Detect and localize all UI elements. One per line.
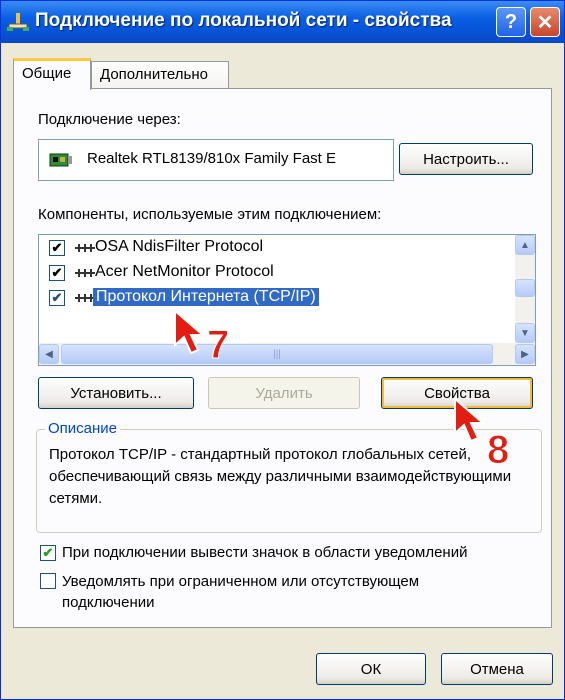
cancel-button[interactable]: Отмена <box>441 653 553 685</box>
properties-dialog: Подключение по локальной сети - свойства… <box>0 0 565 700</box>
description-text: Протокол TCP/IP - стандартный протокол г… <box>49 446 512 507</box>
list-item-label: Acer NetMonitor Protocol <box>95 263 274 280</box>
chevron-right-icon: ▶ <box>521 348 529 360</box>
grip-icon: ||| <box>273 348 281 360</box>
list-item-label-selected: Протокол Интернета (TCP/IP) <box>93 288 319 306</box>
network-connection-icon <box>7 13 29 31</box>
pointer-arrow-icon <box>174 309 206 355</box>
protocol-icon <box>75 269 95 277</box>
install-button[interactable]: Установить... <box>38 377 194 409</box>
configure-button[interactable]: Настроить... <box>399 143 533 175</box>
notify-limited-checkbox[interactable] <box>40 573 56 589</box>
show-icon-label: При подключении вывести значок в области… <box>62 544 468 561</box>
window-title: Подключение по локальной сети - свойства <box>35 10 452 31</box>
horizontal-scrollbar[interactable]: ◀ ||| ▶ <box>39 343 535 365</box>
description-title: Описание <box>45 420 121 437</box>
notify-limited-label: Уведомлять при ограниченном или отсутств… <box>62 573 420 611</box>
show-icon-checkbox[interactable]: ✔ <box>40 545 56 561</box>
description-group: Описание Протокол TCP/IP - стандартный п… <box>36 420 542 533</box>
checkbox-tcp-ip[interactable]: ✔ <box>49 290 65 306</box>
close-icon: ✕ <box>536 11 554 34</box>
vertical-scrollbar[interactable]: ▲ ▼ <box>515 235 535 343</box>
pointer-arrow-icon <box>454 397 486 443</box>
tab-general[interactable]: Общие <box>13 58 91 90</box>
connect-via-label: Подключение через: <box>38 111 181 128</box>
list-item-label: OSA NdisFilter Protocol <box>95 238 264 255</box>
close-button[interactable]: ✕ <box>530 7 560 37</box>
title-bar[interactable]: Подключение по локальной сети - свойства… <box>1 1 564 43</box>
ok-button[interactable]: ОК <box>316 653 426 685</box>
tab-advanced[interactable]: Дополнительно <box>91 61 229 89</box>
chevron-up-icon: ▲ <box>520 239 530 251</box>
scroll-down-button[interactable]: ▼ <box>515 323 535 343</box>
adapter-field: Realtek RTL8139/810x Family Fast E <box>38 139 394 181</box>
remove-button[interactable]: Удалить <box>208 377 360 409</box>
chevron-left-icon: ◀ <box>45 348 53 360</box>
adapter-name: Realtek RTL8139/810x Family Fast E <box>87 150 337 167</box>
components-list[interactable]: ✔ OSA NdisFilter Protocol ✔ Acer NetMoni… <box>38 234 536 366</box>
step-7-label: 7 <box>206 323 230 368</box>
scroll-up-button[interactable]: ▲ <box>515 235 535 255</box>
scroll-thumb-vertical[interactable] <box>515 279 535 297</box>
network-adapter-icon <box>49 153 72 167</box>
help-button[interactable]: ? <box>496 7 526 37</box>
chevron-down-icon: ▼ <box>520 327 530 339</box>
checkbox-osa-ndisfilter[interactable]: ✔ <box>49 240 65 256</box>
help-icon: ? <box>504 10 518 33</box>
scroll-right-button[interactable]: ▶ <box>515 344 535 364</box>
components-label: Компоненты, используемые этим подключени… <box>38 206 382 223</box>
protocol-icon <box>75 244 95 252</box>
general-tab-panel: Подключение через: Realtek RTL8139/810x … <box>13 88 552 628</box>
scroll-thumb-horizontal[interactable]: ||| <box>61 344 493 364</box>
step-8-label: 8 <box>486 428 510 473</box>
scroll-left-button[interactable]: ◀ <box>39 344 59 364</box>
checkbox-acer-netmonitor[interactable]: ✔ <box>49 265 65 281</box>
